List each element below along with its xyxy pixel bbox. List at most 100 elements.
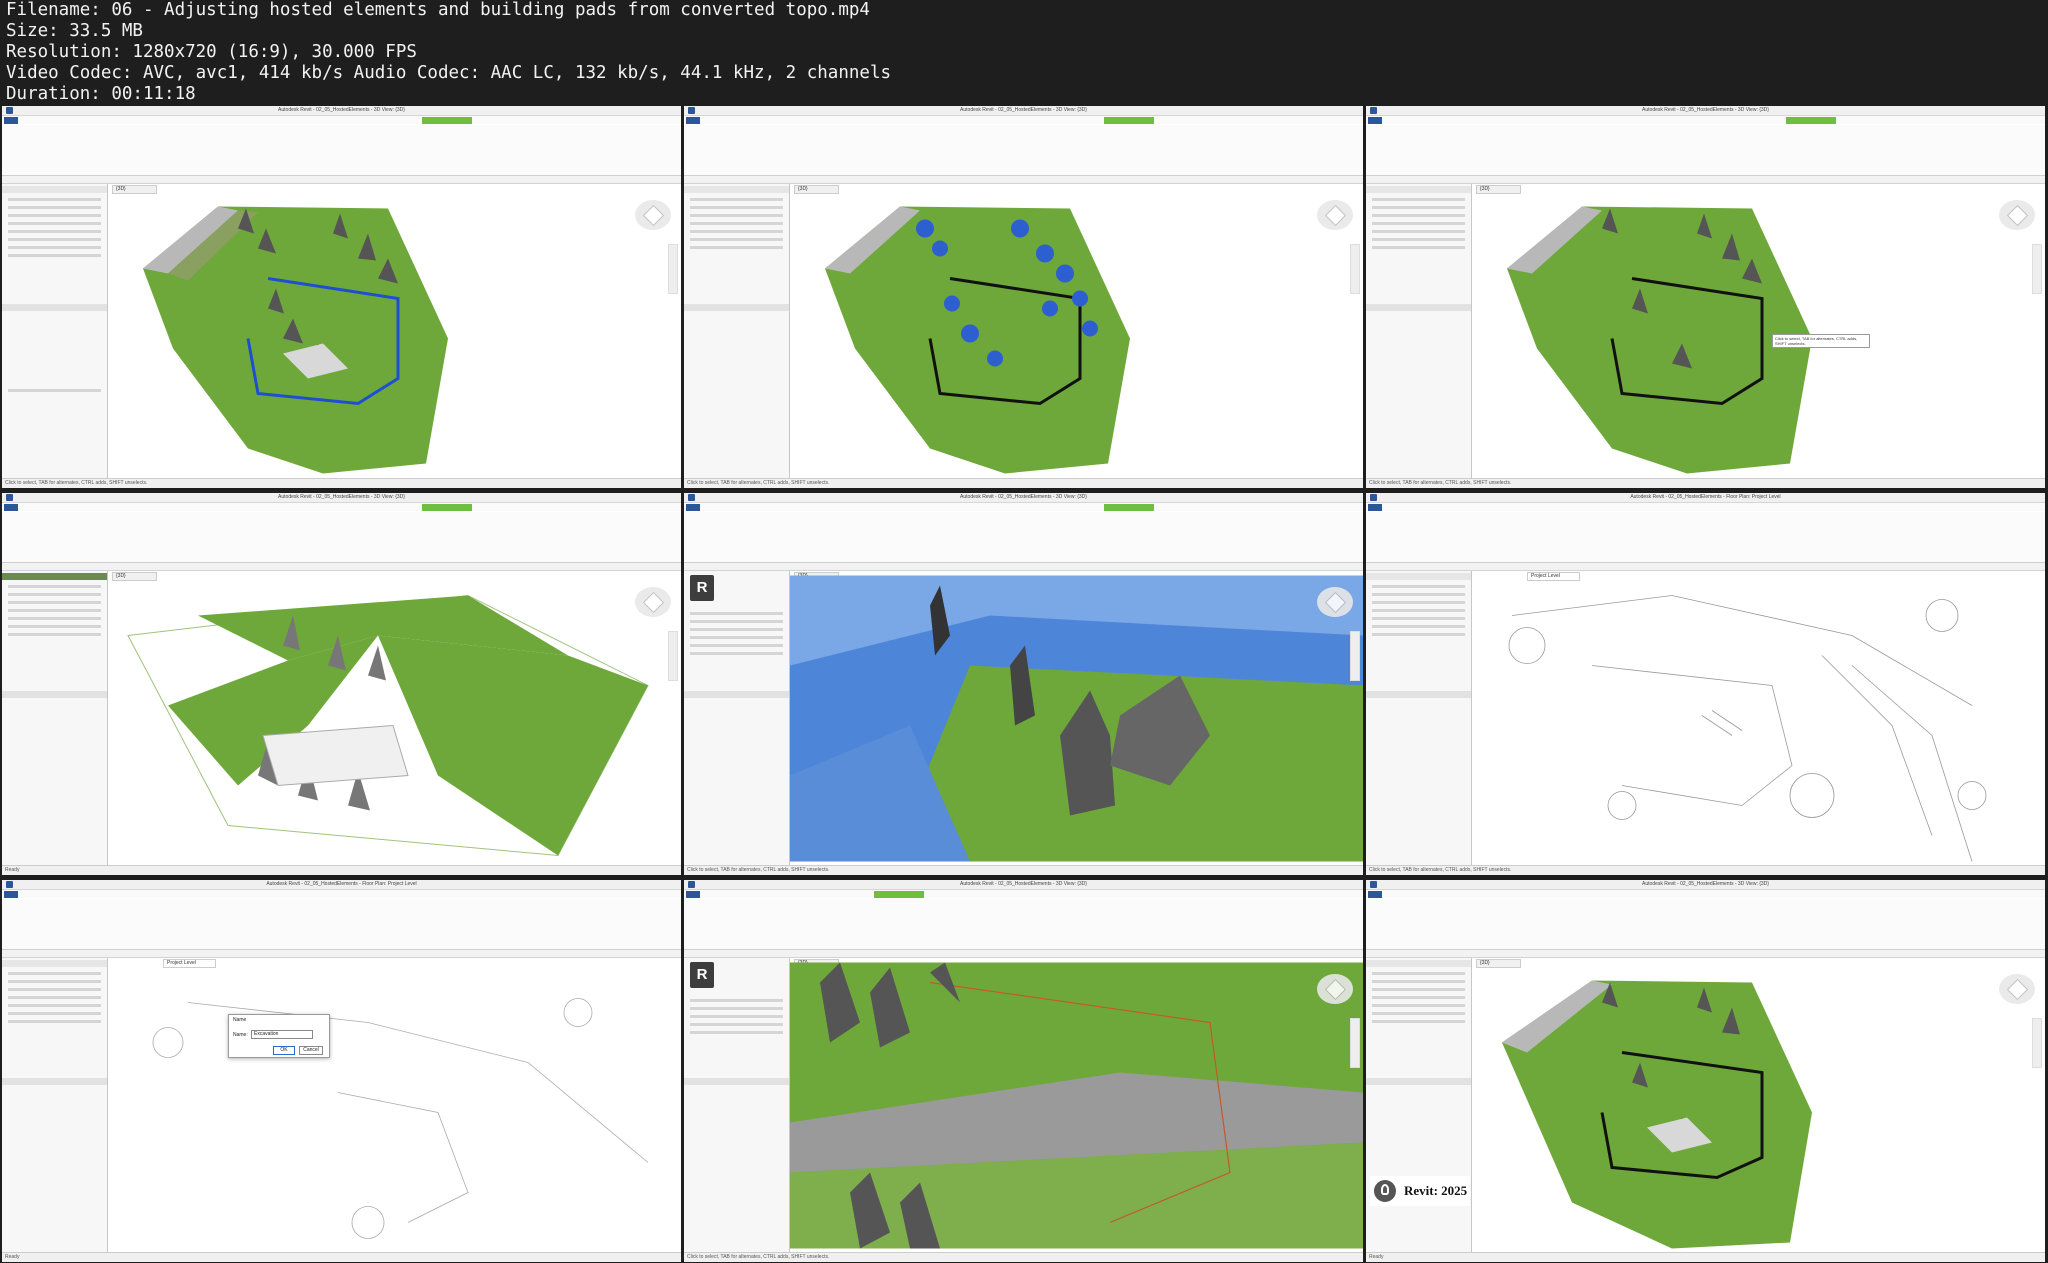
status-bar: Click to select, TAB for alternates, CTR… (1366, 478, 2045, 488)
viewport-3d[interactable]: {3D} (108, 184, 681, 479)
ribbon-tabs[interactable] (1366, 116, 2045, 124)
revit-app-icon (1370, 881, 1377, 888)
name-dialog[interactable]: Name Name: Excavation OK Cancel (228, 1014, 330, 1058)
thumbnail-5: Autodesk Revit - 02_05_HostedElements - … (684, 493, 1363, 875)
viewcube-icon[interactable] (1317, 200, 1353, 230)
options-bar (2, 563, 681, 571)
status-bar: Click to select, TAB for alternates, CTR… (684, 478, 1363, 488)
ribbon-panel[interactable] (2, 512, 681, 563)
ribbon-tabs[interactable] (684, 890, 1363, 898)
viewport-3d[interactable]: {3D} Click to select, TAB for alternates… (1472, 184, 2045, 479)
ribbon-panel[interactable] (1366, 125, 2045, 176)
thumbnail-grid: Autodesk Revit - 02_05_HostedElements - … (2, 106, 2046, 1262)
properties-panel[interactable] (1366, 571, 1472, 866)
thumbnail-2: Autodesk Revit - 02_05_HostedElements - … (684, 106, 1363, 488)
name-input[interactable]: Excavation (251, 1030, 313, 1039)
window-titlebar: Autodesk Revit - 02_05_HostedElements - … (684, 493, 1363, 503)
ok-button[interactable]: OK (273, 1046, 295, 1055)
options-bar (2, 176, 681, 184)
revit-app-icon (6, 494, 13, 501)
navigation-bar[interactable] (1350, 631, 1360, 681)
navigation-bar[interactable] (1350, 1018, 1360, 1068)
dialog-title: Name (233, 1017, 247, 1023)
options-bar (684, 563, 1363, 571)
status-bar: Ready (2, 1252, 681, 1262)
thumbnail-3: Autodesk Revit - 02_05_HostedElements - … (1366, 106, 2045, 488)
navigation-bar[interactable] (668, 631, 678, 681)
navigation-bar[interactable] (668, 244, 678, 294)
revit-app-icon (1370, 494, 1377, 501)
ribbon-panel[interactable] (1366, 512, 2045, 563)
revit-app-icon (1370, 107, 1377, 114)
viewport-3d[interactable]: {3D} (790, 184, 1363, 479)
filename-line: Filename: 06 - Adjusting hosted elements… (6, 0, 870, 20)
thumbnail-8: Autodesk Revit - 02_05_HostedElements - … (684, 880, 1363, 1262)
properties-panel[interactable] (684, 184, 790, 479)
properties-panel[interactable] (2, 571, 108, 866)
properties-panel[interactable]: R (684, 958, 790, 1253)
ribbon-tabs[interactable] (1366, 503, 2045, 511)
thumbnail-6: Autodesk Revit - 02_05_HostedElements - … (1366, 493, 2045, 875)
navigation-bar[interactable] (2032, 1018, 2042, 1068)
revit-app-icon (6, 881, 13, 888)
window-titlebar: Autodesk Revit - 02_05_HostedElements - … (1366, 493, 2045, 503)
properties-panel[interactable] (2, 958, 108, 1253)
revit-type-icon: R (690, 575, 714, 601)
window-titlebar: Autodesk Revit - 02_05_HostedElements - … (1366, 880, 2045, 890)
ribbon-panel[interactable] (2, 899, 681, 950)
tooltip: Click to select, TAB for alternates, CTR… (1772, 334, 1870, 348)
revit-app-icon (688, 494, 695, 501)
properties-panel[interactable]: Revit: 2025 (1366, 958, 1472, 1253)
viewcube-icon[interactable] (1999, 200, 2035, 230)
revit-app-icon (6, 107, 13, 114)
viewcube-icon[interactable] (635, 587, 671, 617)
viewport-3d[interactable]: {3D} (108, 571, 681, 866)
viewcube-icon[interactable] (1999, 974, 2035, 1004)
window-titlebar: Autodesk Revit - 02_05_HostedElements - … (2, 493, 681, 503)
viewport-plan[interactable]: Project Level Name Name: Excavation OK C… (108, 958, 681, 1253)
properties-panel[interactable] (2, 184, 108, 479)
ribbon-tabs[interactable] (2, 503, 681, 511)
ribbon-panel[interactable] (684, 512, 1363, 563)
ribbon-tabs[interactable] (1366, 890, 2045, 898)
ribbon-tabs[interactable] (2, 890, 681, 898)
status-bar: Click to select, TAB for alternates, CTR… (684, 865, 1363, 875)
ribbon-panel[interactable] (684, 899, 1363, 950)
revit-app-icon (688, 107, 695, 114)
ribbon-tabs[interactable] (2, 116, 681, 124)
viewport-3d[interactable]: {3D} (790, 571, 1363, 866)
options-bar (1366, 563, 2045, 571)
viewcube-icon[interactable] (1317, 587, 1353, 617)
revit-app-icon (688, 881, 695, 888)
properties-panel[interactable] (1366, 184, 1472, 479)
revit-type-icon: R (690, 962, 714, 988)
window-titlebar: Autodesk Revit - 02_05_HostedElements - … (2, 106, 681, 116)
viewport-3d[interactable]: {3D} (1472, 958, 2045, 1253)
ribbon-tabs[interactable] (684, 116, 1363, 124)
ribbon-panel[interactable] (684, 125, 1363, 176)
ribbon-panel[interactable] (2, 125, 681, 176)
viewcube-icon[interactable] (1317, 974, 1353, 1004)
viewcube-icon[interactable] (635, 200, 671, 230)
options-bar (684, 176, 1363, 184)
viewport-3d[interactable]: {3D} (790, 958, 1363, 1253)
properties-panel[interactable]: R (684, 571, 790, 866)
status-bar: Ready (2, 865, 681, 875)
thumbnail-9: Autodesk Revit - 02_05_HostedElements - … (1366, 880, 2045, 1262)
dialog-label: Name: (233, 1032, 248, 1038)
status-bar: Click to select, TAB for alternates, CTR… (1366, 865, 2045, 875)
thumbnail-1: Autodesk Revit - 02_05_HostedElements - … (2, 106, 681, 488)
ribbon-panel[interactable] (1366, 899, 2045, 950)
status-bar: Click to select, TAB for alternates, CTR… (2, 478, 681, 488)
window-titlebar: Autodesk Revit - 02_05_HostedElements - … (1366, 106, 2045, 116)
navigation-bar[interactable] (1350, 244, 1360, 294)
file-info-header: Filename: 06 - Adjusting hosted elements… (0, 0, 2048, 105)
options-bar (1366, 176, 2045, 184)
cancel-button[interactable]: Cancel (299, 1046, 323, 1055)
ribbon-tabs[interactable] (684, 503, 1363, 511)
window-titlebar: Autodesk Revit - 02_05_HostedElements - … (684, 880, 1363, 890)
size-line: Size: 33.5 MB (6, 21, 143, 41)
codec-line: Video Codec: AVC, avc1, 414 kb/s Audio C… (6, 63, 892, 83)
navigation-bar[interactable] (2032, 244, 2042, 294)
viewport-plan[interactable]: Project Level (1472, 571, 2045, 866)
